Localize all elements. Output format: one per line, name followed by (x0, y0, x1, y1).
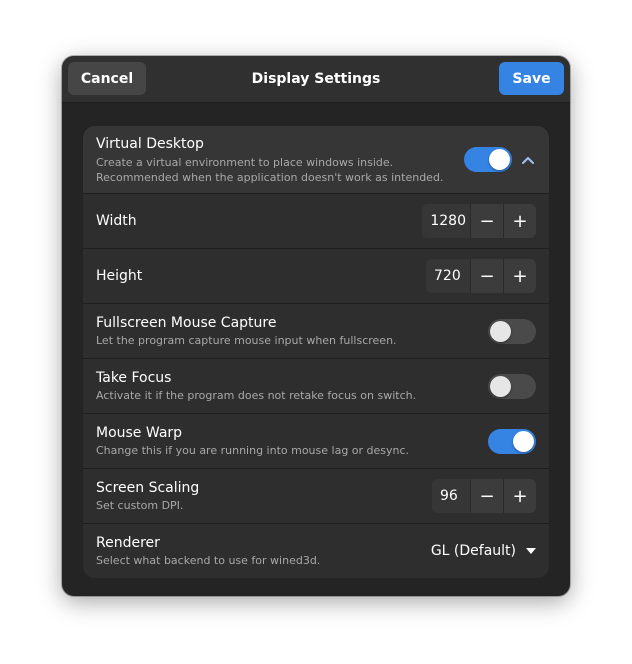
cancel-button[interactable]: Cancel (68, 62, 146, 95)
height-text: Height (96, 249, 142, 303)
fullscreen-mouse-capture-text: Fullscreen Mouse Capture Let the program… (96, 304, 397, 358)
screen-scaling-subtitle: Set custom DPI. (96, 499, 184, 512)
switch-knob (490, 375, 511, 397)
pan-down-icon (526, 548, 536, 554)
height-title: Height (96, 268, 143, 284)
take-focus-controls (488, 359, 536, 413)
width-value[interactable]: 1280 (422, 204, 471, 238)
fullscreen-mouse-capture-row: Fullscreen Mouse Capture Let the program… (83, 303, 549, 358)
width-title: Width (96, 213, 137, 229)
switch-knob (489, 149, 510, 170)
display-settings-dialog: Cancel Display Settings Save Virtual Des… (62, 56, 570, 596)
width-increment-button[interactable]: + (504, 204, 536, 238)
take-focus-switch[interactable] (488, 373, 536, 399)
width-row: Width 1280 − + (83, 193, 549, 248)
mouse-warp-controls (488, 414, 536, 468)
screen-scaling-value[interactable]: 96 (432, 479, 471, 513)
virtual-desktop-controls (464, 126, 536, 193)
height-decrement-button[interactable]: − (471, 259, 504, 293)
save-button[interactable]: Save (499, 62, 564, 95)
renderer-subtitle: Select what backend to use for wined3d. (96, 554, 321, 567)
renderer-title: Renderer (96, 535, 160, 551)
switch-knob (490, 320, 511, 342)
height-increment-button[interactable]: + (504, 259, 536, 293)
renderer-text: Renderer Select what backend to use for … (96, 524, 320, 578)
mouse-warp-title: Mouse Warp (96, 425, 183, 441)
mouse-warp-switch[interactable] (488, 428, 536, 454)
height-row: Height 720 − + (83, 248, 549, 303)
renderer-row[interactable]: Renderer Select what backend to use for … (83, 523, 549, 578)
virtual-desktop-text: Virtual Desktop Create a virtual environ… (96, 126, 443, 193)
screen-scaling-row: Screen Scaling Set custom DPI. 96 − + (83, 468, 549, 523)
screen-scaling-decrement-button[interactable]: − (471, 479, 504, 513)
fullscreen-mouse-capture-controls (488, 304, 536, 358)
fullscreen-mouse-capture-switch[interactable] (488, 318, 536, 344)
height-spinbutton: 720 − + (426, 259, 536, 293)
width-controls: 1280 − + (422, 194, 536, 248)
renderer-controls: GL (Default) (431, 524, 536, 578)
fullscreen-mouse-capture-subtitle: Let the program capture mouse input when… (96, 334, 397, 347)
virtual-desktop-switch[interactable] (464, 147, 512, 172)
mouse-warp-row: Mouse Warp Change this if you are runnin… (83, 413, 549, 468)
screen-scaling-text: Screen Scaling Set custom DPI. (96, 469, 199, 523)
width-decrement-button[interactable]: − (471, 204, 504, 238)
screen-scaling-spinbutton: 96 − + (432, 479, 536, 513)
screen-scaling-controls: 96 − + (432, 469, 536, 523)
mouse-warp-text: Mouse Warp Change this if you are runnin… (96, 414, 409, 468)
width-text: Width (96, 194, 137, 248)
switch-knob (513, 430, 534, 452)
take-focus-text: Take Focus Activate it if the program do… (96, 359, 416, 413)
header-bar: Cancel Display Settings Save (62, 56, 570, 103)
take-focus-subtitle: Activate it if the program does not reta… (96, 389, 417, 402)
renderer-selected-value: GL (Default) (430, 543, 516, 559)
mouse-warp-subtitle: Change this if you are running into mous… (96, 444, 410, 457)
take-focus-title: Take Focus (96, 370, 172, 386)
screen-scaling-increment-button[interactable]: + (504, 479, 536, 513)
virtual-desktop-subtitle-line2: Recommended when the application doesn't… (96, 170, 444, 184)
renderer-dropdown[interactable]: GL (Default) (431, 543, 536, 559)
height-controls: 720 − + (426, 249, 536, 303)
virtual-desktop-title: Virtual Desktop (96, 135, 204, 152)
virtual-desktop-row[interactable]: Virtual Desktop Create a virtual environ… (83, 126, 549, 193)
virtual-desktop-subtitle-line1: Create a virtual environment to place wi… (96, 155, 394, 169)
take-focus-row: Take Focus Activate it if the program do… (83, 358, 549, 413)
fullscreen-mouse-capture-title: Fullscreen Mouse Capture (96, 315, 277, 331)
height-value[interactable]: 720 (426, 259, 471, 293)
chevron-up-icon[interactable] (520, 152, 536, 168)
settings-list: Virtual Desktop Create a virtual environ… (83, 126, 549, 578)
width-spinbutton: 1280 − + (422, 204, 536, 238)
screen-scaling-title: Screen Scaling (96, 480, 200, 496)
